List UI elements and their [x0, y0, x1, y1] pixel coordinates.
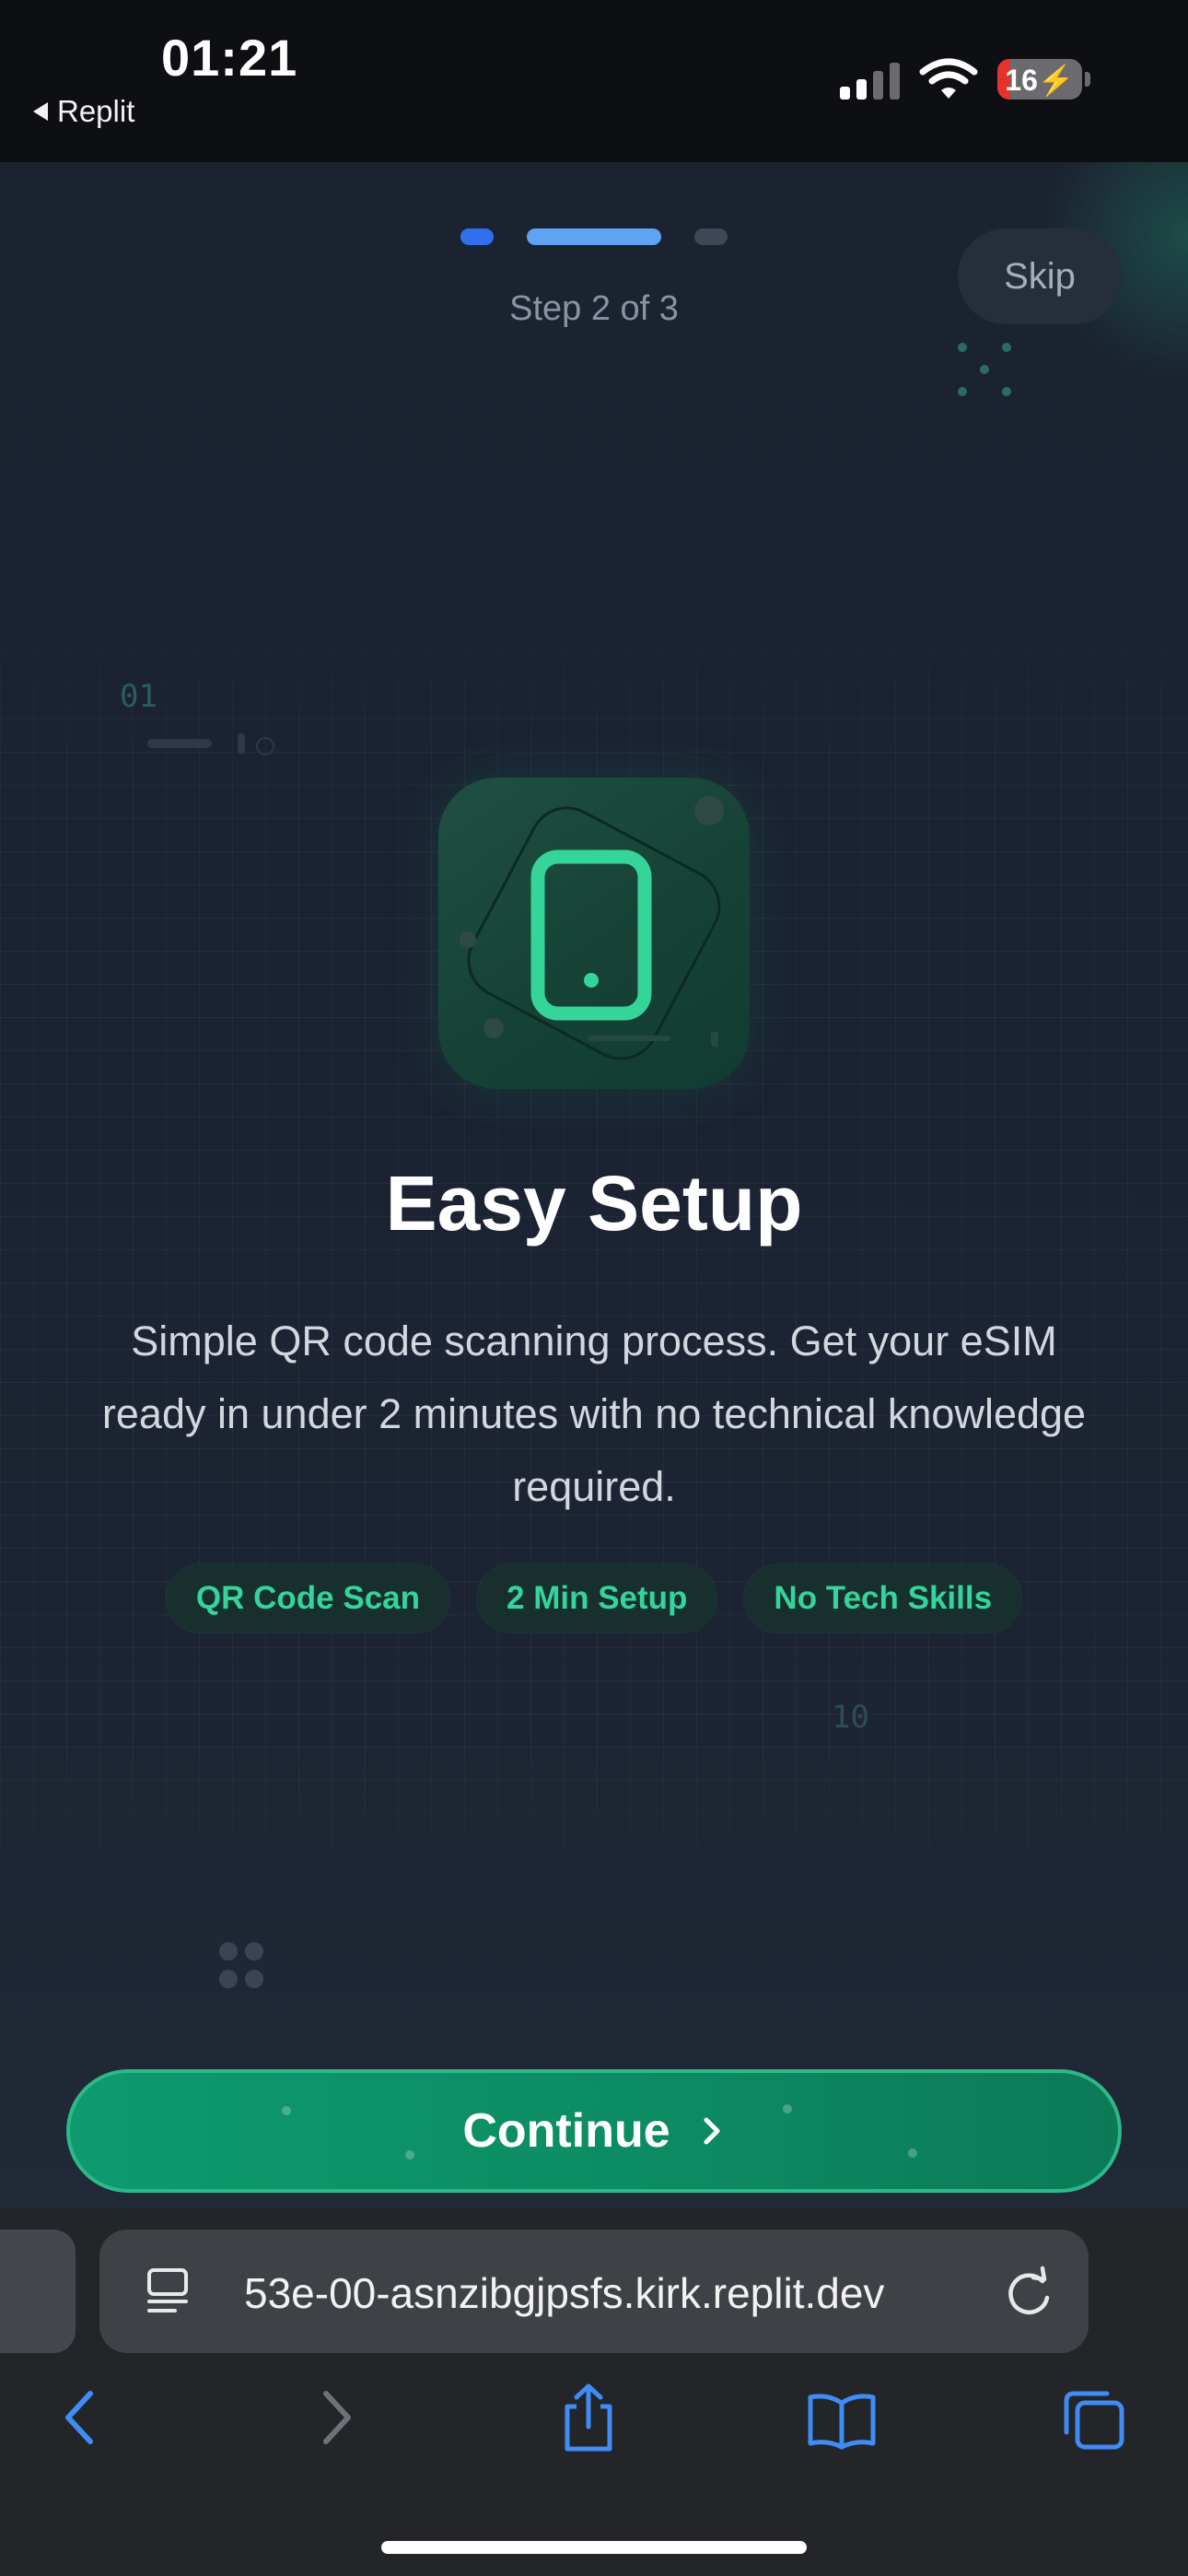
- smartphone-icon: [460, 796, 724, 1060]
- reader-icon[interactable]: [146, 2266, 192, 2318]
- progress-step-1: [460, 228, 494, 245]
- button-sparkle: [783, 2104, 792, 2113]
- forward-icon[interactable]: [313, 2386, 359, 2451]
- battery-level: 16: [1005, 64, 1038, 97]
- progress-step-3: [694, 228, 728, 245]
- previous-tab-preview[interactable]: [0, 2230, 76, 2353]
- deco-dot: [958, 387, 967, 396]
- description: Simple QR code scanning process. Get you…: [101, 1317, 1087, 1510]
- deco-dot: [219, 1970, 238, 1988]
- tabs-icon[interactable]: [1059, 2388, 1129, 2454]
- button-sparkle: [282, 2106, 291, 2115]
- skip-button[interactable]: Skip: [958, 228, 1122, 324]
- share-icon[interactable]: [556, 2381, 621, 2454]
- back-triangle-icon: [33, 102, 48, 121]
- deco-dot: [245, 1942, 263, 1961]
- battery-cap: [1085, 72, 1090, 87]
- reload-icon[interactable]: [1004, 2265, 1055, 2320]
- onboarding-screen: Step 2 of 3 Skip 01 10 Easy Setup Simple…: [0, 162, 1188, 2207]
- progress-step-2: [527, 228, 661, 245]
- status-time: 01:21: [161, 29, 298, 87]
- deco-dot: [219, 1942, 238, 1961]
- deco-line: [147, 739, 212, 748]
- cellular-signal-icon: [840, 61, 900, 100]
- url-text[interactable]: 53e-00-asnzibgjpsfs.kirk.replit.dev: [244, 2268, 884, 2318]
- feature-icon-tile: [438, 778, 750, 1089]
- back-icon[interactable]: [57, 2386, 103, 2451]
- deco-circle: [256, 737, 274, 755]
- button-sparkle: [908, 2149, 917, 2158]
- deco-dot: [245, 1970, 263, 1988]
- feature-chips: QR Code Scan 2 Min Setup No Tech Skills: [0, 1564, 1188, 1633]
- wifi-icon: [919, 58, 978, 99]
- deco-dot: [958, 343, 967, 352]
- button-sparkle: [405, 2150, 414, 2160]
- deco-line: [238, 733, 245, 754]
- bookmarks-icon[interactable]: [805, 2392, 879, 2451]
- chevron-right-icon: [704, 2117, 720, 2145]
- continue-label: Continue: [462, 2104, 670, 2158]
- deco-binary-top: 01: [120, 678, 157, 715]
- home-indicator[interactable]: [381, 2541, 807, 2554]
- back-to-app-link[interactable]: Replit: [33, 94, 134, 129]
- deco-binary-bottom: 10: [832, 1699, 869, 1736]
- deco-dot: [980, 365, 989, 374]
- feature-chip: QR Code Scan: [166, 1564, 450, 1633]
- deco-dot: [1002, 387, 1011, 396]
- feature-chip: 2 Min Setup: [477, 1564, 717, 1633]
- battery-icon: 16⚡: [997, 59, 1082, 100]
- back-app-label: Replit: [57, 94, 135, 128]
- page-title: Easy Setup: [385, 1160, 803, 1247]
- continue-button[interactable]: Continue: [66, 2069, 1122, 2193]
- deco-dot: [1002, 343, 1011, 352]
- feature-chip: No Tech Skills: [744, 1564, 1022, 1633]
